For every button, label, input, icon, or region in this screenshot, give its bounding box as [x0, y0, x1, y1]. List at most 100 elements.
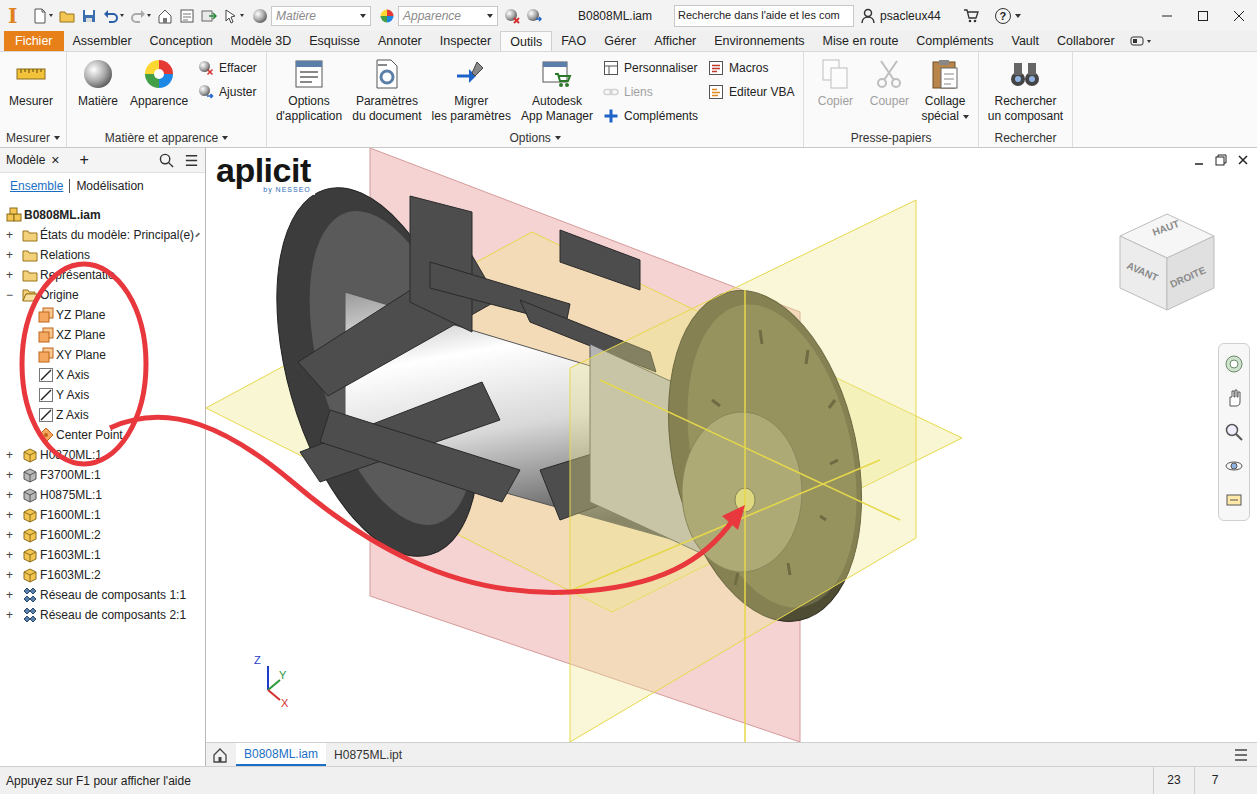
expand-toggle[interactable]: + — [6, 608, 22, 622]
tree-item[interactable]: YZ Plane — [0, 305, 205, 325]
pan-hand-icon[interactable] — [1224, 388, 1244, 408]
ribbon-group-label[interactable]: Matière et apparence — [67, 129, 266, 147]
quick-access-button[interactable] — [201, 8, 217, 24]
tree-item[interactable]: +Réseau de composants 1:1 — [0, 585, 205, 605]
ribbon-tool[interactable]: Editeur VBA — [705, 80, 797, 104]
expand-toggle[interactable]: + — [6, 588, 22, 602]
document-tab[interactable]: H0875ML.ipt — [326, 743, 410, 766]
tree-item[interactable]: Z Axis — [0, 405, 205, 425]
ribbon-tool[interactable]: Mesurer — [6, 54, 56, 109]
help-search-field[interactable]: Recherche dans l'aide et les com — [674, 5, 854, 27]
expand-toggle[interactable]: + — [6, 448, 22, 462]
tree-item[interactable]: +Réseau de composants 2:1 — [0, 605, 205, 625]
menu-icon[interactable] — [1233, 747, 1249, 763]
ribbon-tab[interactable]: Compléments — [907, 31, 1002, 51]
graphics-viewport[interactable]: ZYXaplicitby NESSEOHAUTAVANTDROITE — [206, 148, 1257, 742]
tree-item[interactable]: +F3700ML:1 — [0, 465, 205, 485]
ribbon-tool[interactable]: Couper — [864, 54, 914, 109]
expand-toggle[interactable]: − — [6, 288, 22, 302]
ribbon-tool[interactable]: Ajuster — [195, 80, 260, 104]
quick-access-button[interactable] — [130, 8, 151, 24]
ribbon-tool[interactable]: Collagespécial — [918, 54, 971, 124]
minimize-icon[interactable] — [1191, 152, 1207, 168]
tree-item[interactable]: +États du modèle: Principal(e) — [0, 225, 205, 245]
ribbon-tool[interactable]: Migrerles paramètres — [429, 54, 514, 124]
ribbon-tool[interactable]: Matière — [73, 54, 123, 109]
view-cube[interactable]: HAUTAVANTDROITE — [1112, 206, 1222, 316]
ribbon-tab[interactable]: Afficher — [645, 31, 705, 51]
browser-subtab[interactable]: Ensemble — [10, 179, 69, 193]
ribbon-tool[interactable]: Copier — [810, 54, 860, 109]
ribbon-tool[interactable]: Liens — [600, 80, 701, 104]
tree-item[interactable]: +F1603ML:2 — [0, 565, 205, 585]
ribbon-tab[interactable]: Conception — [141, 31, 222, 51]
yz-plane[interactable] — [570, 200, 916, 742]
ribbon-tab[interactable]: Outils — [500, 31, 552, 51]
expand-toggle[interactable]: + — [6, 228, 22, 242]
orbit-icon[interactable] — [1224, 456, 1244, 476]
material-field[interactable]: Matière — [271, 6, 371, 26]
ribbon-tab[interactable]: Fichier — [4, 31, 64, 51]
expand-toggle[interactable]: + — [6, 248, 22, 262]
tree-item[interactable]: +H0875ML:1 — [0, 485, 205, 505]
clear-appearance-icon[interactable] — [504, 8, 520, 24]
ribbon-tab[interactable]: Esquisse — [300, 31, 369, 51]
expand-toggle[interactable]: + — [6, 508, 22, 522]
tree-item[interactable]: Y Axis — [0, 385, 205, 405]
pencil-icon[interactable] — [194, 229, 201, 241]
tree-item[interactable]: +F1603ML:1 — [0, 545, 205, 565]
tree-item[interactable]: +H0870ML:1 — [0, 445, 205, 465]
ribbon-tab[interactable]: Modèle 3D — [222, 31, 300, 51]
ribbon-tool[interactable]: AutodeskApp Manager — [518, 54, 596, 124]
cart-icon[interactable] — [963, 8, 979, 24]
steering-wheel-icon[interactable] — [1224, 354, 1244, 374]
ribbon-tool[interactable]: Compléments — [600, 104, 701, 128]
ribbon-group-label[interactable]: Mesurer — [0, 129, 66, 147]
ribbon-tab[interactable]: FAO — [552, 31, 595, 51]
tree-item[interactable]: XZ Plane — [0, 325, 205, 345]
expand-toggle[interactable]: + — [6, 548, 22, 562]
help-button[interactable]: ? — [995, 8, 1021, 24]
menu-icon[interactable] — [184, 153, 199, 168]
tree-item[interactable]: +F1600ML:1 — [0, 505, 205, 525]
panel-options-button[interactable] — [1124, 31, 1157, 51]
expand-toggle[interactable]: + — [6, 468, 22, 482]
ribbon-tool[interactable]: Effacer — [195, 56, 260, 80]
document-tab[interactable]: B0808ML.iam — [236, 743, 326, 766]
look-at-icon[interactable] — [1224, 490, 1244, 510]
material-selector[interactable]: Matière — [252, 6, 371, 26]
ribbon-tool[interactable]: Personnaliser — [600, 56, 701, 80]
ribbon-tab[interactable]: Collaborer — [1048, 31, 1124, 51]
ribbon-tab[interactable]: Inspecter — [431, 31, 500, 51]
quick-access-button[interactable] — [179, 8, 195, 24]
ribbon-tool[interactable]: Apparence — [127, 54, 191, 109]
tree-item[interactable]: +Représentatio — [0, 265, 205, 285]
adjust-appearance-icon[interactable] — [526, 8, 542, 24]
expand-toggle[interactable]: + — [6, 488, 22, 502]
ribbon-group-label[interactable]: Options — [267, 129, 804, 147]
ribbon-tab[interactable]: Annoter — [369, 31, 431, 51]
ribbon-tool[interactable]: Rechercherun composant — [985, 54, 1066, 124]
close-icon[interactable] — [1235, 152, 1251, 168]
ribbon-group-label[interactable]: Presse-papiers — [804, 129, 977, 147]
user-account[interactable]: psacleux44 — [860, 8, 941, 24]
tree-item[interactable]: B0808ML.iam — [0, 205, 205, 225]
ribbon-tab[interactable]: Environnements — [705, 31, 813, 51]
tree-item[interactable]: +Relations — [0, 245, 205, 265]
ribbon-tool[interactable]: Macros — [705, 56, 797, 80]
close-icon[interactable] — [1221, 1, 1257, 31]
ribbon-tool[interactable]: Optionsd'application — [273, 54, 345, 124]
ribbon-group-label[interactable]: Rechercher — [979, 129, 1072, 147]
browser-tab[interactable]: Modèle — [6, 153, 45, 167]
expand-toggle[interactable]: + — [6, 268, 22, 282]
appearance-field[interactable]: Apparence — [398, 6, 498, 26]
browser-close-button[interactable]: × — [51, 152, 59, 168]
expand-toggle[interactable]: + — [6, 568, 22, 582]
tree-item[interactable]: XY Plane — [0, 345, 205, 365]
browser-add-button[interactable]: + — [80, 151, 89, 169]
ribbon-tab[interactable]: Mise en route — [814, 31, 908, 51]
restore-icon[interactable] — [1213, 152, 1229, 168]
quick-access-button[interactable] — [157, 8, 173, 24]
quick-access-button[interactable] — [32, 8, 53, 24]
quick-access-button[interactable] — [223, 8, 244, 24]
